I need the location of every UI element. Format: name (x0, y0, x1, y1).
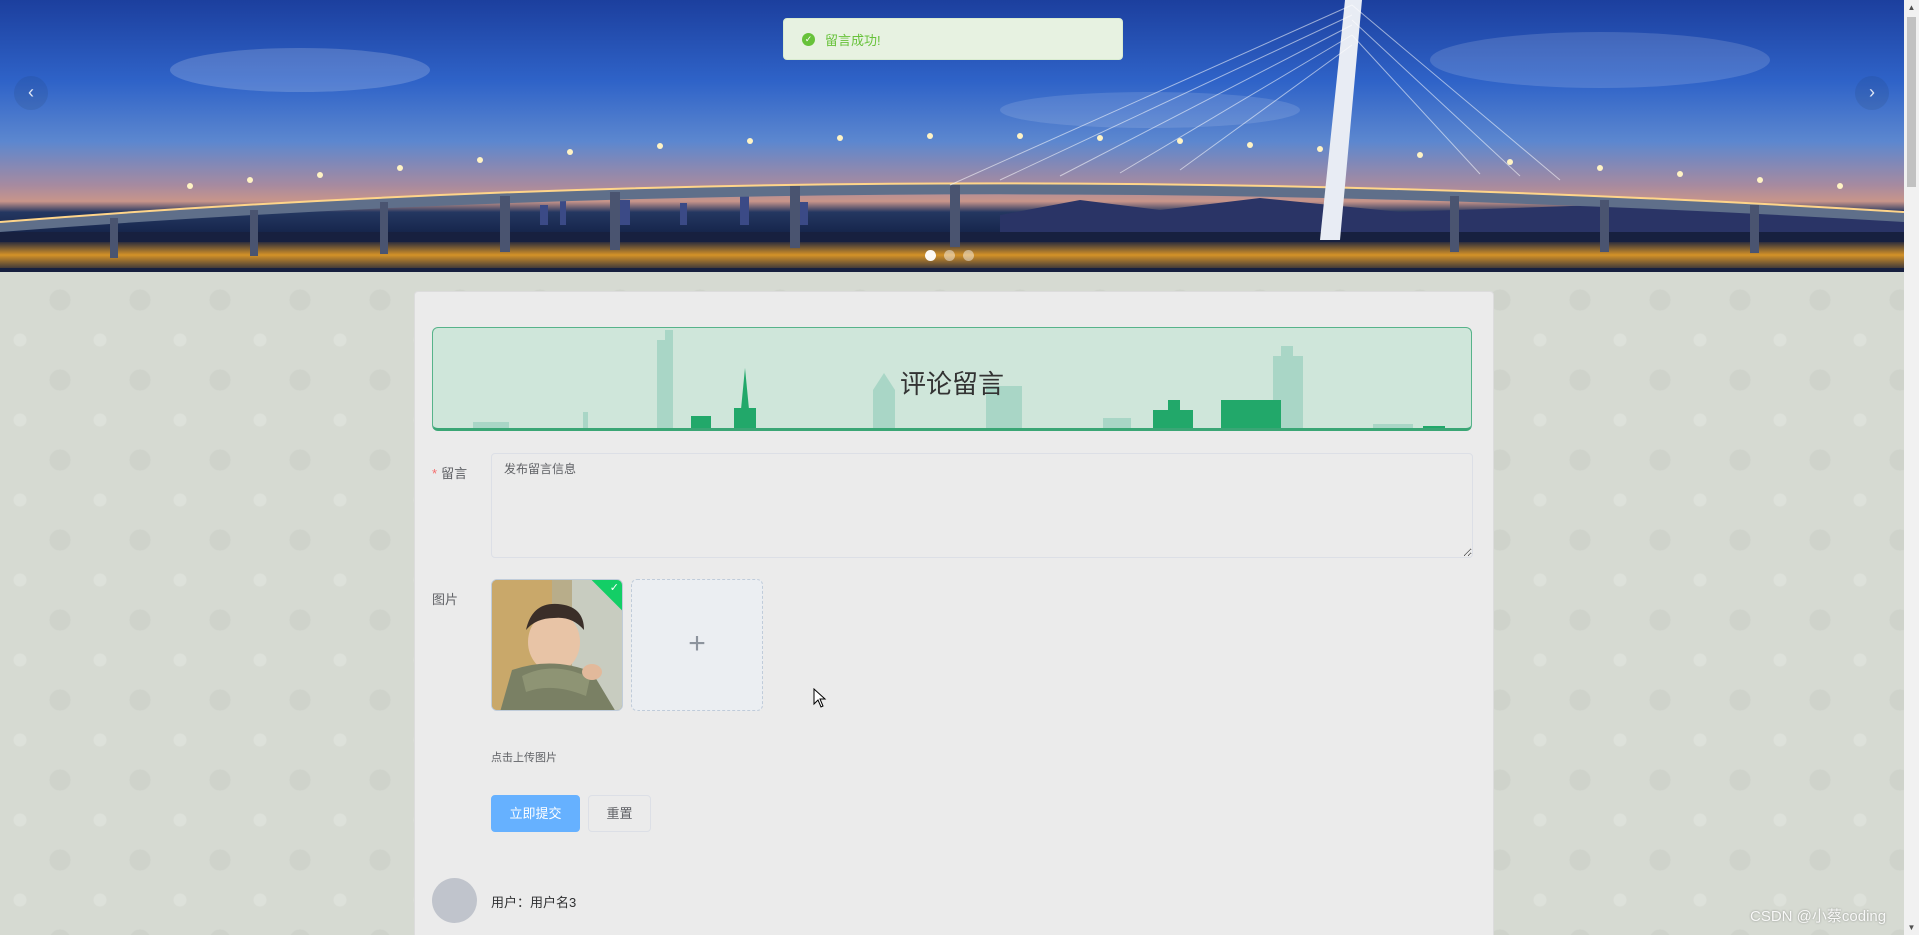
toast-message: 留言成功! (825, 32, 881, 48)
mouse-cursor-icon (813, 688, 827, 708)
comment-card: 评论留言 *留言 图片 ✓ + 点击上传图片 立即提交 重置 用户：用户名3 (414, 291, 1494, 935)
scroll-up-icon[interactable]: ▲ (1904, 0, 1919, 15)
section-header: 评论留言 (432, 327, 1472, 431)
watermark: CSDN @小蔡coding (1750, 908, 1887, 925)
message-label: * 留言 (432, 463, 467, 482)
avatar (432, 878, 477, 923)
section-title: 评论留言 (899, 369, 1004, 399)
chevron-right-icon: › (1869, 82, 1875, 102)
upload-tip: 点击上传图片 (491, 752, 557, 764)
carousel-indicator-2[interactable] (944, 250, 955, 261)
carousel-prev-button[interactable]: ‹ (14, 76, 48, 110)
submit-button[interactable]: 立即提交 (491, 795, 580, 832)
carousel-next-button[interactable]: › (1855, 76, 1889, 110)
message-textarea[interactable] (491, 453, 1473, 558)
chevron-left-icon: ‹ (28, 82, 34, 102)
uploaded-photo (492, 580, 622, 710)
comment-user-name: 用户：用户名3 (491, 895, 577, 910)
message-label-text: 留言 (441, 466, 468, 481)
required-mark: * (432, 466, 438, 481)
plus-icon: + (688, 627, 706, 660)
reset-button[interactable]: 重置 (588, 795, 651, 832)
scrollbar-thumb[interactable] (1907, 17, 1916, 187)
carousel-indicator-1[interactable] (925, 250, 936, 261)
carousel-indicator-3[interactable] (963, 250, 974, 261)
scroll-down-icon[interactable]: ▼ (1904, 920, 1919, 935)
upload-add-button[interactable]: + (631, 579, 763, 711)
page-scrollbar[interactable]: ▲ ▼ (1904, 0, 1919, 935)
uploaded-image-thumbnail[interactable]: ✓ (491, 579, 623, 711)
success-toast: ✓ 留言成功! (783, 18, 1123, 60)
image-label: 图片 (432, 592, 459, 607)
carousel-indicators (925, 250, 974, 261)
check-circle-icon: ✓ (802, 32, 815, 46)
check-icon: ✓ (609, 582, 619, 594)
